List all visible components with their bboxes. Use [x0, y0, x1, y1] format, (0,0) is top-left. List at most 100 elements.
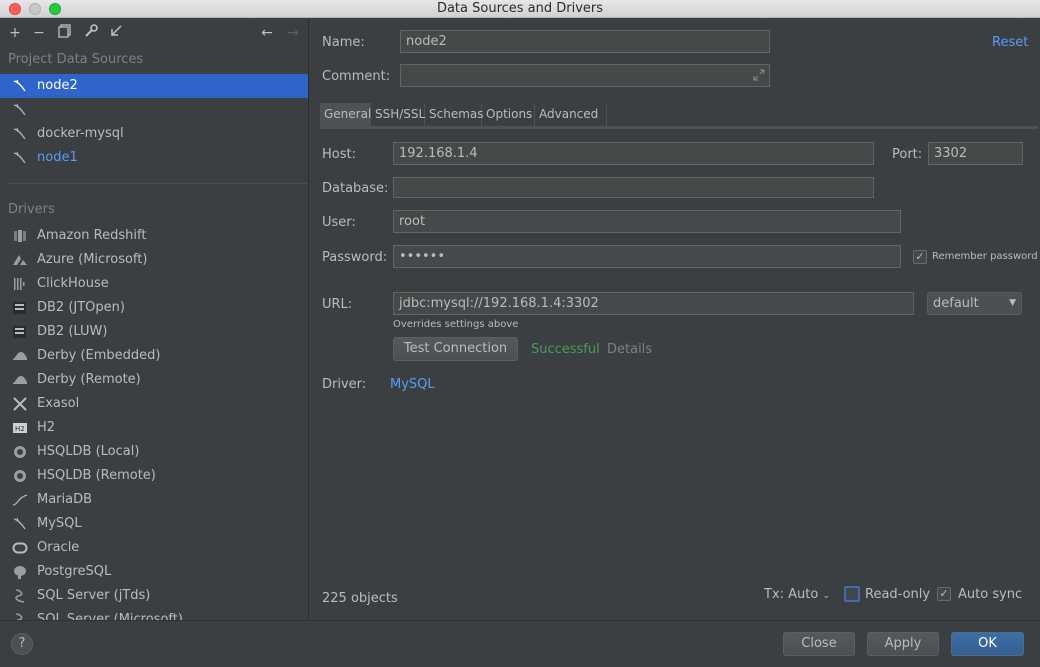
user-field[interactable]: root: [393, 210, 901, 233]
data-source-node1[interactable]: node1: [0, 146, 308, 170]
expand-icon[interactable]: [753, 69, 765, 81]
tx-mode-select[interactable]: Tx: Auto ⌄: [764, 587, 830, 602]
tab-advanced[interactable]: Advanced: [535, 103, 607, 126]
help-button[interactable]: ?: [11, 633, 33, 655]
go-to-icon[interactable]: [107, 24, 125, 42]
chevron-down-icon: ⌄: [822, 591, 831, 601]
back-arrow-icon[interactable]: ←: [258, 24, 276, 42]
driver-item-amazon-redshift[interactable]: Amazon Redshift: [0, 224, 308, 248]
data-source-settings-panel: Name: node2 Reset Comment: General SSH/S…: [310, 19, 1040, 620]
driver-label: PostgreSQL: [37, 564, 112, 579]
database-field[interactable]: [393, 177, 874, 198]
driver-label: DB2 (LUW): [37, 324, 108, 339]
h2-icon: H2: [13, 423, 27, 433]
mysql-icon: [13, 151, 26, 164]
password-field[interactable]: ••••••: [393, 245, 901, 268]
apply-button[interactable]: Apply: [867, 632, 939, 656]
project-data-sources-heading: Project Data Sources: [8, 52, 144, 67]
forward-arrow-icon[interactable]: →: [284, 24, 302, 42]
driver-link[interactable]: MySQL: [390, 377, 435, 392]
port-label: Port:: [892, 147, 923, 162]
driver-item-oracle[interactable]: Oracle: [0, 536, 308, 560]
svg-text:H2: H2: [15, 425, 25, 433]
reset-link[interactable]: Reset: [992, 35, 1028, 50]
host-field[interactable]: 192.168.1.4: [393, 142, 874, 165]
driver-item-sqlserver-microsoft[interactable]: SQL Server (Microsoft): [0, 608, 308, 620]
redshift-icon: [14, 230, 26, 242]
tab-schemas[interactable]: Schemas: [425, 103, 484, 126]
data-source-unnamed[interactable]: [0, 98, 308, 122]
port-field[interactable]: 3302: [928, 142, 1023, 165]
url-mode-value: default: [933, 296, 979, 311]
driver-item-derby-embedded[interactable]: Derby (Embedded): [0, 344, 308, 368]
auto-sync-label: Auto sync: [958, 587, 1023, 602]
read-only-checkbox[interactable]: [844, 586, 860, 602]
tx-mode-label: Tx: Auto: [764, 587, 819, 602]
test-connection-button[interactable]: Test Connection: [393, 337, 518, 361]
driver-label: Azure (Microsoft): [37, 252, 148, 267]
driver-item-derby-remote[interactable]: Derby (Remote): [0, 368, 308, 392]
driver-label: Driver:: [322, 377, 367, 392]
url-field[interactable]: jdbc:mysql://192.168.1.4:3302: [393, 292, 914, 315]
mysql-icon: [13, 517, 26, 530]
remember-password-label: Remember password: [932, 251, 1038, 262]
mysql-icon: [13, 103, 26, 116]
driver-label: Amazon Redshift: [37, 228, 147, 243]
db2-icon: [13, 326, 26, 338]
url-mode-select[interactable]: default ▼: [927, 292, 1022, 315]
driver-label: SQL Server (Microsoft): [37, 612, 183, 620]
driver-item-hsqldb-remote[interactable]: HSQLDB (Remote): [0, 464, 308, 488]
postgresql-icon: [14, 566, 26, 579]
remember-password-checkbox[interactable]: ✓: [913, 250, 927, 264]
drivers-heading: Drivers: [8, 202, 55, 217]
sidebar-divider: [8, 183, 308, 184]
tab-underline: [320, 126, 1038, 129]
close-button[interactable]: Close: [783, 632, 855, 656]
driver-item-postgresql[interactable]: PostgreSQL: [0, 560, 308, 584]
connection-status: Successful: [531, 342, 600, 357]
driver-item-azure[interactable]: Azure (Microsoft): [0, 248, 308, 272]
clickhouse-icon: [14, 278, 25, 290]
add-icon[interactable]: +: [6, 24, 24, 42]
driver-label: DB2 (JTOpen): [37, 300, 125, 315]
details-link[interactable]: Details: [607, 342, 652, 357]
driver-item-mariadb[interactable]: MariaDB: [0, 488, 308, 512]
auto-sync-checkbox[interactable]: ✓: [937, 587, 951, 601]
driver-label: Oracle: [37, 540, 80, 555]
driver-item-db2-jtopen[interactable]: DB2 (JTOpen): [0, 296, 308, 320]
driver-item-mysql[interactable]: MySQL: [0, 512, 308, 536]
driver-item-hsqldb-local[interactable]: HSQLDB (Local): [0, 440, 308, 464]
driver-label: H2: [37, 420, 56, 435]
data-source-node2[interactable]: node2: [0, 74, 308, 98]
mysql-icon: [13, 127, 26, 140]
driver-label: Derby (Remote): [37, 372, 141, 387]
tab-options[interactable]: Options: [482, 103, 535, 126]
driver-item-h2[interactable]: H2 H2: [0, 416, 308, 440]
duplicate-icon[interactable]: [56, 24, 74, 42]
remove-icon[interactable]: −: [30, 24, 48, 42]
azure-icon: [13, 255, 27, 265]
tab-general[interactable]: General: [320, 103, 371, 126]
wrench-icon[interactable]: [82, 24, 100, 42]
hsqldb-icon: [14, 446, 26, 458]
database-label: Database:: [322, 181, 389, 196]
derby-icon: [13, 376, 27, 384]
derby-icon: [13, 352, 27, 360]
tab-ssh-ssl[interactable]: SSH/SSL: [371, 103, 425, 126]
driver-label: Derby (Embedded): [37, 348, 161, 363]
comment-field[interactable]: [400, 64, 770, 87]
url-label: URL:: [322, 297, 353, 312]
driver-item-sqlserver-jtds[interactable]: SQL Server (jTds): [0, 584, 308, 608]
driver-label: SQL Server (jTds): [37, 588, 151, 603]
driver-label: HSQLDB (Remote): [37, 468, 156, 483]
sidebar: + − ← → Project Data Sources node2 docke…: [0, 19, 309, 620]
ok-button[interactable]: OK: [951, 632, 1024, 656]
oracle-icon: [12, 542, 28, 554]
data-source-docker-mysql[interactable]: docker-mysql: [0, 122, 308, 146]
driver-item-db2-luw[interactable]: DB2 (LUW): [0, 320, 308, 344]
driver-item-exasol[interactable]: Exasol: [0, 392, 308, 416]
driver-item-clickhouse[interactable]: ClickHouse: [0, 272, 308, 296]
mysql-icon: [13, 79, 26, 92]
name-field[interactable]: node2: [400, 30, 770, 53]
driver-label: Exasol: [37, 396, 80, 411]
